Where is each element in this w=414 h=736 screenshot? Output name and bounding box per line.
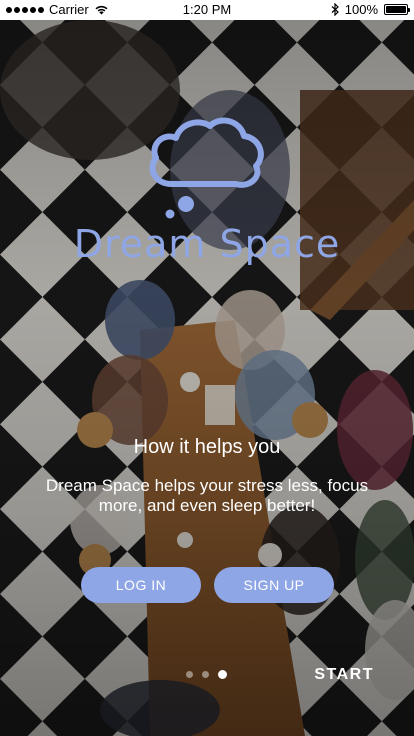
status-right: 100% <box>331 2 410 17</box>
onboarding-screen: Carrier 1:20 PM 100% Dream Space How it … <box>0 0 414 736</box>
status-bar: Carrier 1:20 PM 100% <box>0 0 414 20</box>
start-button[interactable]: START <box>314 666 374 684</box>
signup-button[interactable]: SIGN UP <box>214 567 334 603</box>
page-dot-active[interactable] <box>218 670 227 679</box>
page-dot[interactable] <box>186 671 193 678</box>
app-title: Dream Space <box>73 222 341 266</box>
background-overlay <box>0 0 414 736</box>
slide-description: Dream Space helps your stress less, focu… <box>45 476 369 515</box>
slide-heading: How it helps you <box>133 436 281 458</box>
battery-icon <box>384 4 410 15</box>
bluetooth-icon <box>331 3 339 16</box>
cloud-icon <box>149 117 264 219</box>
page-dot[interactable] <box>202 671 209 678</box>
battery-percent: 100% <box>344 2 378 17</box>
page-indicator <box>186 670 227 679</box>
login-button[interactable]: LOG IN <box>81 567 201 603</box>
